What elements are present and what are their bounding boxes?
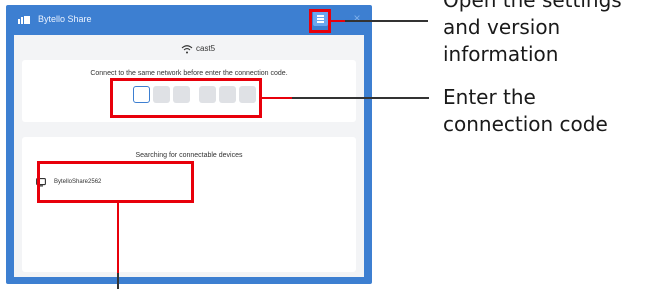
wifi-icon (181, 45, 193, 54)
code-annotation-line-1: Enter the (443, 85, 536, 109)
search-status: Searching for connectable devices (135, 152, 243, 159)
app-window: Bytello Share × cast5 Connect to the sam… (6, 5, 372, 284)
code-annotation-line-2: connection code (443, 112, 608, 136)
app-title: Bytello Share (38, 14, 92, 24)
settings-highlight (309, 9, 331, 33)
settings-annotation-line-1: Open the settings (443, 0, 622, 12)
settings-annotation-line-3: information (443, 42, 559, 66)
network-name: cast5 (196, 44, 216, 53)
device-highlight (37, 161, 194, 203)
device-callout-line (117, 203, 119, 273)
settings-callout-line-dark (345, 20, 428, 22)
device-search-card: Searching for connectable devices Bytell… (22, 137, 356, 272)
app-logo-icon (18, 16, 30, 24)
device-callout-line-dark (117, 273, 119, 289)
close-button[interactable]: × (350, 10, 364, 26)
main-panel: cast5 Connect to the same network before… (14, 35, 364, 277)
settings-annotation-line-2: and version (443, 15, 561, 39)
code-callout-line (262, 97, 292, 99)
connection-hint: Connect to the same network before enter… (90, 70, 288, 77)
code-callout-line-dark (292, 97, 429, 99)
code-highlight (110, 78, 262, 118)
settings-callout-line (331, 20, 345, 22)
